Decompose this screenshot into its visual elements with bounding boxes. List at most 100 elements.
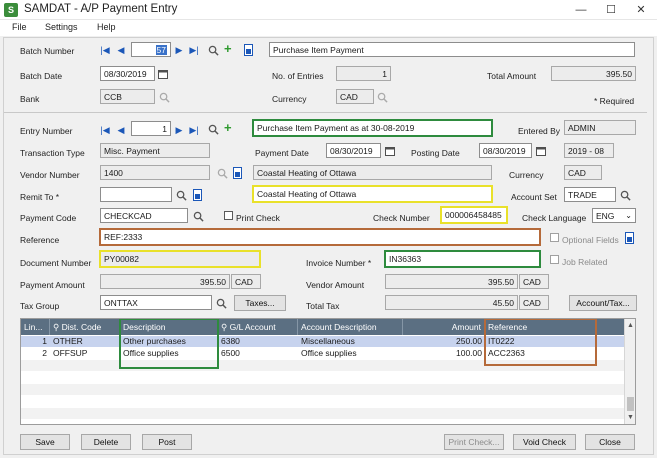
tax-group-field[interactable]: ONTTAX [100,295,212,310]
search-remit-icon[interactable] [176,190,187,201]
payment-amount-field: 395.50 [100,274,230,289]
next-batch-icon[interactable]: ▶ [174,43,184,57]
period-field: 2019 - 08 [564,143,614,158]
zoom-vendor-icon[interactable] [233,167,242,179]
app-icon: S [4,3,18,17]
post-button[interactable]: Post [142,434,192,450]
payment-date-calendar-icon[interactable] [385,146,395,156]
menu-help[interactable]: Help [97,22,116,32]
vendor-amount-label: Vendor Amount [306,280,365,290]
optional-fields-zoom-icon[interactable] [625,232,634,244]
posting-date-field[interactable]: 08/30/2019 [479,143,532,158]
grid-scrollbar[interactable]: ▲ ▼ [624,319,635,424]
last-batch-icon[interactable]: ▶| [189,43,199,57]
new-batch-icon[interactable]: + [224,42,232,55]
batch-number-field[interactable]: 57 [131,42,171,57]
first-batch-icon[interactable]: |◀ [100,43,110,57]
column-header-account-description[interactable]: Account Description [298,319,403,335]
reference-label: Reference [20,235,60,245]
column-header-amount[interactable]: Amount [403,319,485,335]
scroll-thumb[interactable] [627,397,634,411]
vendor-number-field: 1400 [100,165,210,180]
column-header-gl-account[interactable]: ⚲ G/L Account [218,319,298,335]
void-check-button[interactable]: Void Check [513,434,576,450]
empty-row [21,408,625,419]
first-entry-icon[interactable]: |◀ [100,123,110,137]
search-vendor-icon[interactable] [217,168,228,179]
job-related-label: Job Related [562,257,608,267]
delete-button[interactable]: Delete [81,434,131,450]
column-header-dist-code[interactable]: ⚲ Dist. Code [50,319,120,335]
empty-row [21,384,625,395]
reference-column-highlight [484,319,597,366]
entry-currency-field: CAD [564,165,602,180]
cell-line: 1 [42,336,47,346]
remit-to-field[interactable] [100,187,172,202]
transaction-type-label: Transaction Type [20,148,85,158]
search-payment-code-icon[interactable] [193,211,204,222]
minimize-button[interactable]: — [566,0,596,20]
payment-date-field[interactable]: 08/30/2019 [326,143,381,158]
prev-batch-icon[interactable]: ◀ [116,43,126,57]
scroll-down-icon[interactable]: ▼ [627,414,634,421]
search-tax-group-icon[interactable] [216,298,227,309]
payment-code-label: Payment Code [20,213,77,223]
print-check-checkbox[interactable] [224,211,233,220]
entry-number-field[interactable]: 1 [131,121,171,136]
section-divider [4,112,647,113]
account-set-field[interactable]: TRADE [564,187,616,202]
search-bank-icon[interactable] [159,92,170,103]
cell-amount: 250.00 [456,336,482,346]
maximize-button[interactable]: ☐ [596,0,626,20]
cell-dist-code: OFFSUP [53,348,88,358]
search-icon: ⚲ [221,322,230,332]
remit-name-field[interactable]: Coastal Heating of Ottawa [252,185,493,203]
search-entry-icon[interactable] [208,124,219,135]
last-entry-icon[interactable]: ▶| [189,123,199,137]
payment-code-field[interactable]: CHECKCAD [100,208,188,223]
close-window-button[interactable]: ✕ [626,0,656,20]
entries-label: No. of Entries [272,71,324,81]
cell-gl-account: 6380 [221,336,240,346]
invoice-number-field[interactable]: IN36363 [384,250,541,268]
tax-group-label: Tax Group [20,301,60,311]
batch-currency-label: Currency [272,94,307,104]
taxes-button[interactable]: Taxes... [234,295,286,311]
menu-settings[interactable]: Settings [45,22,78,32]
prev-entry-icon[interactable]: ◀ [116,123,126,137]
search-account-set-icon[interactable] [620,190,631,201]
reference-field[interactable]: REF:2333 [99,228,541,246]
search-currency-icon[interactable] [377,92,388,103]
check-number-label: Check Number [373,213,430,223]
check-language-select[interactable]: ENG ⌄ [592,208,636,223]
optional-fields-checkbox[interactable] [550,233,559,242]
next-entry-icon[interactable]: ▶ [174,123,184,137]
job-related-checkbox[interactable] [550,255,559,264]
vendor-amount-field: 395.50 [385,274,518,289]
entry-description-field[interactable]: Purchase Item Payment as at 30-08-2019 [252,119,493,137]
search-batch-icon[interactable] [208,45,219,56]
cell-dist-code: OTHER [53,336,83,346]
close-button[interactable]: Close [585,434,635,450]
menu-file[interactable]: File [12,22,27,32]
batch-description-field[interactable]: Purchase Item Payment [269,42,635,57]
print-check-button[interactable]: Print Check... [444,434,504,450]
account-tax-button[interactable]: Account/Tax... [569,295,637,311]
search-icon: ⚲ [53,322,62,332]
distribution-grid[interactable]: Lin... ⚲ Dist. Code Description ⚲ G/L Ac… [20,318,636,425]
zoom-remit-icon[interactable] [193,189,202,201]
entered-by-field: ADMIN [564,120,636,135]
posting-date-calendar-icon[interactable] [536,146,546,156]
total-tax-label: Total Tax [306,301,340,311]
check-number-field[interactable]: 000006458485 [440,206,508,224]
scroll-up-icon[interactable]: ▲ [627,322,634,329]
empty-row [21,372,625,383]
zoom-batch-icon[interactable] [244,44,253,56]
batch-date-field[interactable]: 08/30/2019 [100,66,155,81]
payment-amount-label: Payment Amount [20,280,85,290]
calendar-icon[interactable] [158,69,168,79]
new-entry-icon[interactable]: + [224,121,232,134]
column-header-line[interactable]: Lin... [21,319,50,335]
vendor-currency-field: CAD [519,274,549,289]
save-button[interactable]: Save [20,434,70,450]
